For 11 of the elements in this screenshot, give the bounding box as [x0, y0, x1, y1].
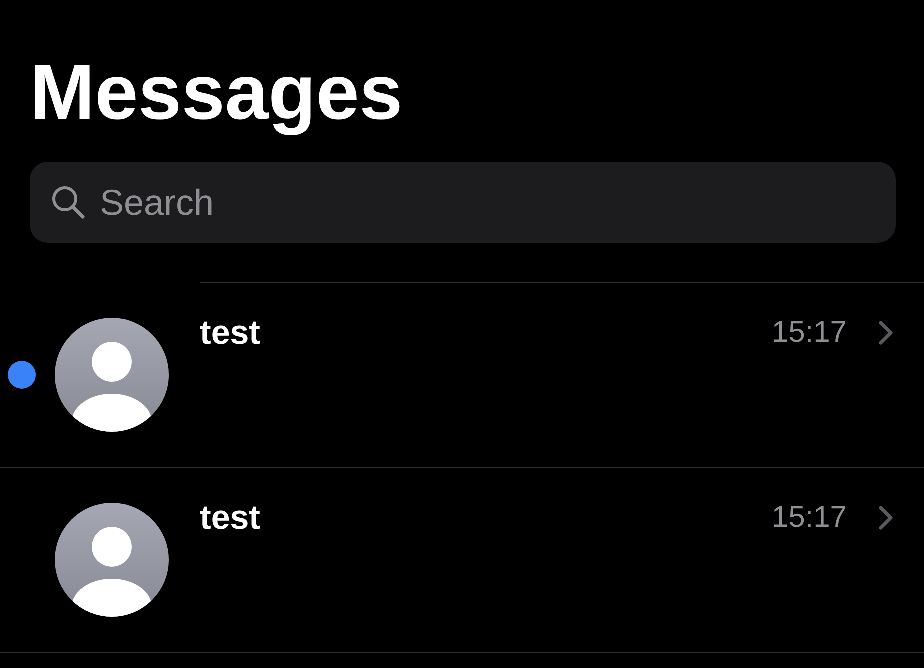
search-field[interactable]: Search [30, 162, 896, 243]
conversation-row[interactable]: test 15:17 [0, 468, 924, 653]
avatar-icon [55, 503, 169, 617]
chevron-icon [878, 320, 894, 346]
contact-name: test [200, 498, 260, 538]
contact-name: test [200, 313, 260, 353]
avatar-icon [55, 318, 169, 432]
chevron-icon [878, 505, 894, 531]
message-time: 15:17 [772, 315, 847, 351]
message-time: 15:17 [772, 500, 847, 536]
page-title: Messages [29, 47, 404, 137]
